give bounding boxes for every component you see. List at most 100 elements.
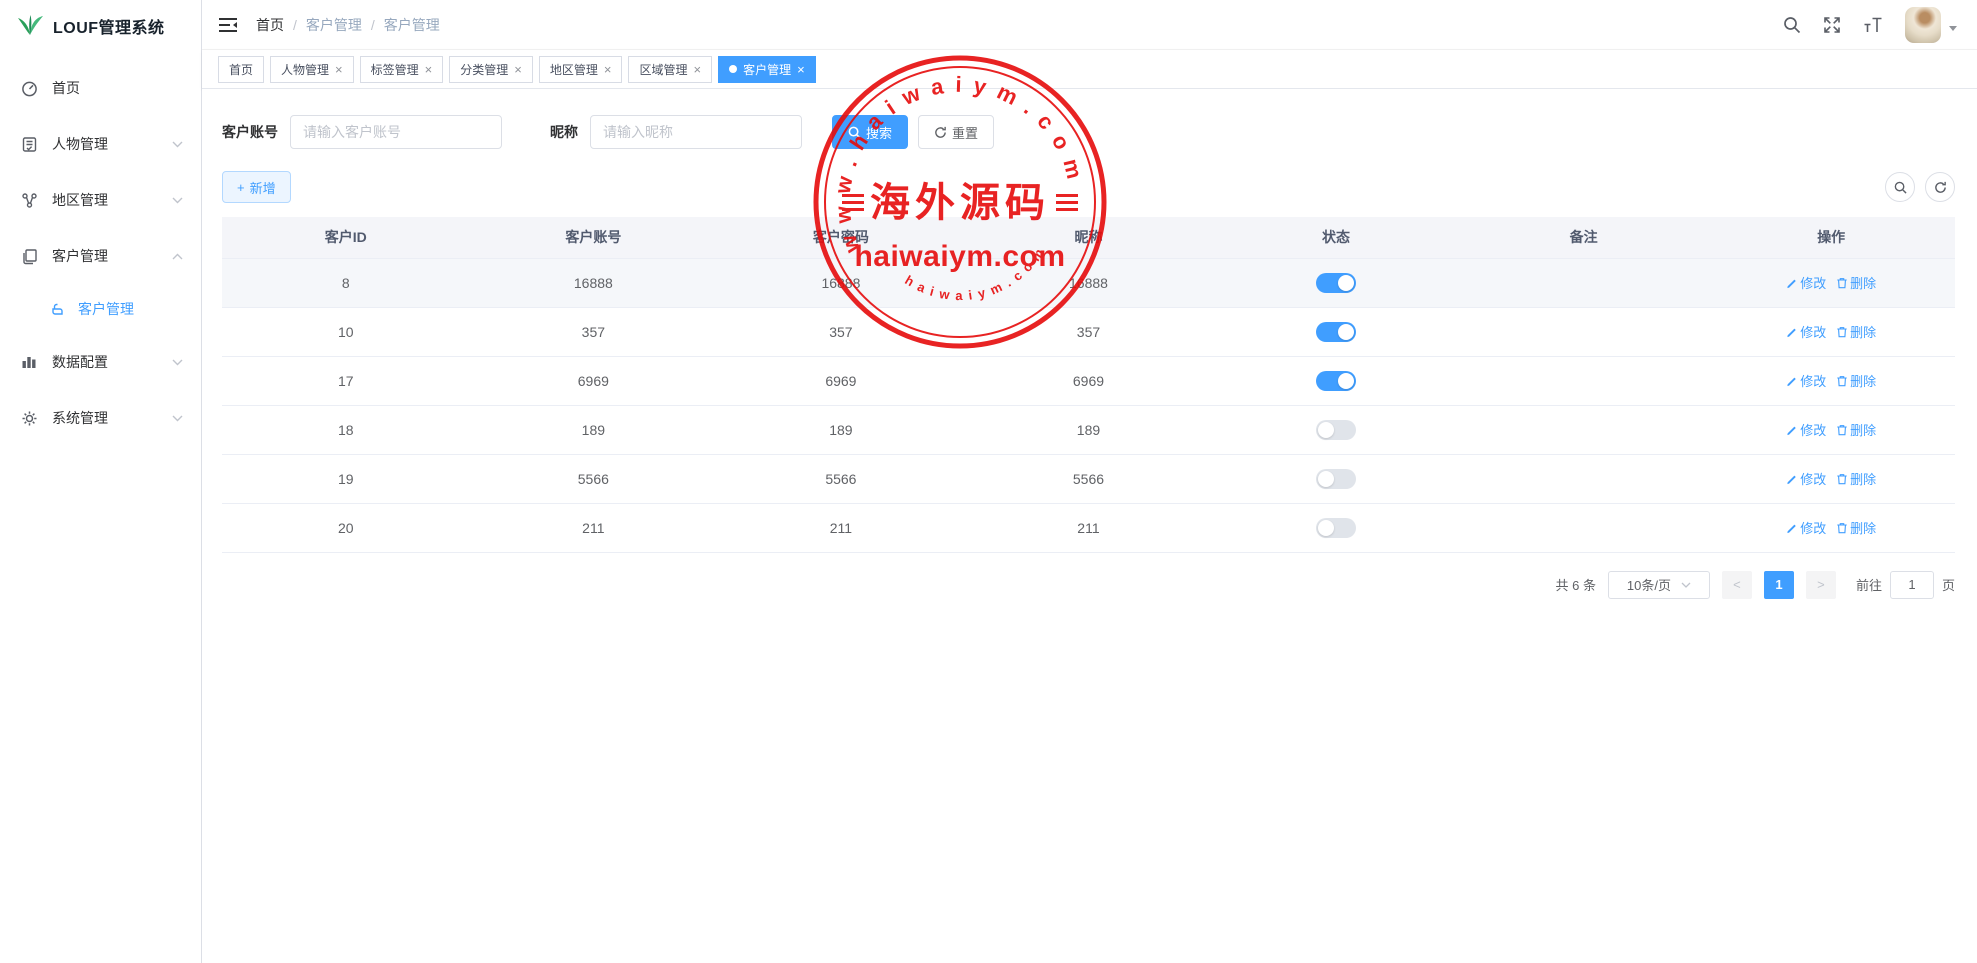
tab-label: 客户管理 [743,61,791,78]
header-customer-id: 客户ID [222,217,470,258]
search-button[interactable]: 搜索 [832,115,908,149]
delete-link[interactable]: 删除 [1836,518,1876,537]
tab-person-mgmt[interactable]: 人物管理 × [270,56,354,83]
cell-remark [1460,405,1708,454]
collapse-sidebar-icon[interactable] [218,17,238,33]
close-icon[interactable]: × [693,63,701,76]
account-input[interactable] [290,115,502,149]
next-page-button[interactable]: > [1806,571,1836,599]
pagination-total: 共 6 条 [1556,575,1596,594]
tab-label: 标签管理 [371,61,419,78]
pencil-icon [1786,473,1798,485]
tab-category-mgmt[interactable]: 分类管理 × [449,56,533,83]
cell-password: 189 [717,405,965,454]
cell-remark [1460,258,1708,307]
prev-page-button[interactable]: < [1722,571,1752,599]
sidebar-item-person-mgmt[interactable]: 人物管理 [0,116,201,172]
delete-link[interactable]: 删除 [1836,420,1876,439]
search-icon[interactable] [1783,16,1801,34]
cell-nickname: 16888 [965,258,1213,307]
cell-customer-id: 20 [222,503,470,552]
sidebar-item-data-config[interactable]: 数据配置 [0,334,201,390]
refresh-icon [934,126,947,139]
sidebar: LOUF管理系统 首页 人物管理 [0,0,202,963]
refresh-table-button[interactable] [1925,172,1955,202]
breadcrumb-home[interactable]: 首页 [256,15,284,35]
page-size-select[interactable]: 10条/页 [1608,571,1710,599]
close-icon[interactable]: × [514,63,522,76]
delete-link[interactable]: 删除 [1836,322,1876,341]
edit-link[interactable]: 修改 [1786,322,1826,341]
sidebar-item-customer-mgmt[interactable]: 客户管理 [0,228,201,284]
add-button[interactable]: + 新增 [222,171,291,203]
cell-customer-id: 10 [222,307,470,356]
status-toggle[interactable] [1316,273,1356,293]
tab-customer-mgmt[interactable]: 客户管理 × [718,56,816,83]
nickname-input[interactable] [590,115,802,149]
cell-customer-id: 19 [222,454,470,503]
breadcrumb: 首页 / 客户管理 / 客户管理 [256,15,440,35]
app-window: LOUF管理系统 首页 人物管理 [0,0,1977,963]
status-toggle[interactable] [1316,469,1356,489]
edit-link[interactable]: 修改 [1786,371,1826,390]
sidebar-subitem-customer-mgmt[interactable]: 客户管理 [0,284,201,334]
cell-customer-id: 17 [222,356,470,405]
plus-icon: + [237,180,245,195]
delete-link[interactable]: 删除 [1836,371,1876,390]
region-share-icon [20,191,38,209]
tab-label: 人物管理 [281,61,329,78]
user-menu[interactable] [1905,7,1957,43]
gear-icon [20,409,38,427]
edit-link[interactable]: 修改 [1786,420,1826,439]
dashboard-icon [20,79,38,97]
page-number-1[interactable]: 1 [1764,571,1794,599]
customer-table: 客户ID 客户账号 客户密码 昵称 状态 备注 操作 8 16888 16888 [222,217,1955,553]
sidebar-item-region-mgmt[interactable]: 地区管理 [0,172,201,228]
cell-remark [1460,454,1708,503]
tab-region-mgmt[interactable]: 区域管理 × [628,56,712,83]
navbar-actions [1783,7,1957,43]
breadcrumb-level1[interactable]: 客户管理 [306,15,362,35]
pencil-icon [1786,522,1798,534]
delete-link[interactable]: 删除 [1836,469,1876,488]
sidebar-item-home[interactable]: 首页 [0,60,201,116]
tab-label-mgmt[interactable]: 标签管理 × [360,56,444,83]
font-size-icon[interactable] [1863,17,1883,33]
tab-district-mgmt[interactable]: 地区管理 × [539,56,623,83]
tab-home[interactable]: 首页 [218,56,264,83]
table-header-row: 客户ID 客户账号 客户密码 昵称 状态 备注 操作 [222,217,1955,258]
table-toolbar: + 新增 [222,171,1955,203]
edit-link[interactable]: 修改 [1786,518,1826,537]
delete-link[interactable]: 删除 [1836,273,1876,292]
goto-page-input[interactable] [1890,571,1934,599]
chevron-down-icon [172,415,183,422]
status-toggle[interactable] [1316,518,1356,538]
tab-label: 分类管理 [460,61,508,78]
avatar[interactable] [1905,7,1941,43]
edit-link[interactable]: 修改 [1786,469,1826,488]
status-toggle[interactable] [1316,322,1356,342]
edit-link[interactable]: 修改 [1786,273,1826,292]
tab-label: 区域管理 [639,61,687,78]
fullscreen-icon[interactable] [1823,16,1841,34]
header-status: 状态 [1212,217,1460,258]
reset-button[interactable]: 重置 [918,115,994,149]
breadcrumb-separator: / [293,17,297,33]
bar-chart-icon [20,353,38,371]
cell-account: 211 [470,503,718,552]
status-toggle[interactable] [1316,371,1356,391]
status-toggle[interactable] [1316,420,1356,440]
tab-label: 首页 [229,61,253,78]
reset-button-label: 重置 [952,123,978,142]
sidebar-item-system-mgmt[interactable]: 系统管理 [0,390,201,446]
goto-page: 前往 页 [1856,571,1955,599]
header-nickname: 昵称 [965,217,1213,258]
close-icon[interactable]: × [335,63,343,76]
close-icon[interactable]: × [797,63,805,76]
cell-remark [1460,503,1708,552]
close-icon[interactable]: × [604,63,612,76]
toggle-search-button[interactable] [1885,172,1915,202]
close-icon[interactable]: × [425,63,433,76]
trash-icon [1836,375,1848,387]
pencil-icon [1786,277,1798,289]
